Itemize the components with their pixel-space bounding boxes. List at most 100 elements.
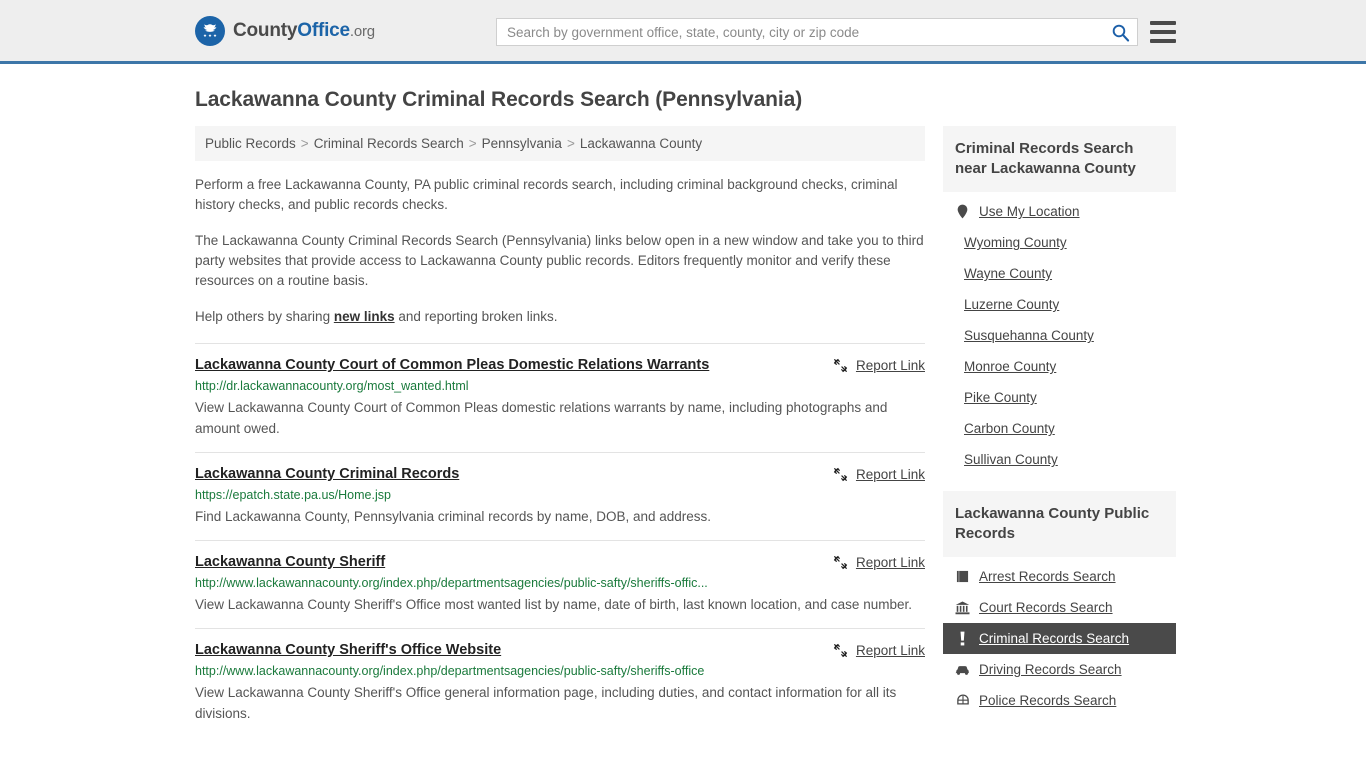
result-description: Find Lackawanna County, Pennsylvania cri… xyxy=(195,509,712,524)
search-bar[interactable] xyxy=(496,18,1138,46)
search-button[interactable] xyxy=(1103,19,1137,45)
sidebar-item-label: Pike County xyxy=(964,390,1037,405)
intro-p3-before: Help others by sharing xyxy=(195,309,334,324)
sidebar-item-susquehanna-county[interactable]: Susquehanna County xyxy=(943,320,1176,351)
breadcrumb-separator: > xyxy=(566,136,575,151)
sidebar-public-records-box: Lackawanna County Public Records Arrest … xyxy=(943,491,1176,716)
sidebar-item-label: Arrest Records Search xyxy=(979,569,1116,584)
sidebar-item-luzerne-county[interactable]: Luzerne County xyxy=(943,289,1176,320)
result-header: Lackawanna County Criminal Records Report… xyxy=(195,465,925,483)
broken-link-icon xyxy=(832,357,849,374)
sidebar-nearby-heading: Criminal Records Search near Lackawanna … xyxy=(943,126,1176,192)
sidebar-item-wayne-county[interactable]: Wayne County xyxy=(943,258,1176,289)
sidebar-item-sullivan-county[interactable]: Sullivan County xyxy=(943,444,1176,475)
sidebar-item-label: Monroe County xyxy=(964,359,1057,374)
sidebar-item-criminal-records-search[interactable]: Criminal Records Search xyxy=(943,623,1176,654)
report-link-label: Report Link xyxy=(855,643,925,658)
exclamation-icon xyxy=(955,631,970,646)
sidebar-item-label: Sullivan County xyxy=(964,452,1058,467)
logo-text-part3: .org xyxy=(349,22,375,40)
sidebar-item-driving-records-search[interactable]: Driving Records Search xyxy=(943,654,1176,685)
result-url: http://dr.lackawannacounty.org/most_want… xyxy=(195,379,469,393)
sidebar-item-police-records-search[interactable]: Police Records Search xyxy=(943,685,1176,716)
report-link-label: Report Link xyxy=(855,358,925,373)
hamburger-menu-icon[interactable] xyxy=(1150,21,1176,43)
book-icon xyxy=(955,569,970,584)
page-body: Lackawanna County Criminal Records Searc… xyxy=(0,88,1366,737)
result-item: Lackawanna County Sheriff Report Link http… xyxy=(195,540,925,628)
result-header: Lackawanna County Sheriff's Office Websi… xyxy=(195,641,925,659)
report-link-button[interactable]: Report Link xyxy=(832,641,925,659)
sidebar-item-label: Court Records Search xyxy=(979,600,1113,615)
broken-link-icon xyxy=(832,554,849,571)
sidebar-item-arrest-records-search[interactable]: Arrest Records Search xyxy=(943,561,1176,592)
sidebar-public-records-list: Arrest Records Search Court Records Searc… xyxy=(943,557,1176,716)
sidebar-item-wyoming-county[interactable]: Wyoming County xyxy=(943,227,1176,258)
page-title: Lackawanna County Criminal Records Searc… xyxy=(195,88,803,111)
result-header: Lackawanna County Court of Common Pleas … xyxy=(195,356,925,374)
report-link-label: Report Link xyxy=(855,555,925,570)
result-description: View Lackawanna County Court of Common P… xyxy=(195,400,888,436)
sidebar-nearby-box: Criminal Records Search near Lackawanna … xyxy=(943,126,1176,475)
intro-paragraph-1: Perform a free Lackawanna County, PA pub… xyxy=(195,177,898,212)
breadcrumb-item[interactable]: Lackawanna County xyxy=(580,136,702,151)
sidebar-item-label: Criminal Records Search xyxy=(979,631,1130,646)
courthouse-icon xyxy=(955,600,970,615)
site-logo[interactable]: CountyOffice.org xyxy=(195,15,375,46)
new-links-link[interactable]: new links xyxy=(334,309,395,324)
sidebar-item-carbon-county[interactable]: Carbon County xyxy=(943,413,1176,444)
result-title-link[interactable]: Lackawanna County Sheriff's Office Websi… xyxy=(195,641,832,659)
result-description: View Lackawanna County Sheriff's Office … xyxy=(195,685,897,721)
breadcrumb-separator: > xyxy=(468,136,477,151)
result-title-link[interactable]: Lackawanna County Criminal Records xyxy=(195,465,832,483)
site-header: CountyOffice.org xyxy=(0,0,1366,64)
police-badge-icon xyxy=(955,693,970,708)
breadcrumb: Public Records > Criminal Records Search > P… xyxy=(195,126,925,161)
result-title-link[interactable]: Lackawanna County Court of Common Pleas … xyxy=(195,356,832,374)
broken-link-icon xyxy=(833,555,848,570)
logo-text-part1: County xyxy=(233,19,298,41)
breadcrumb-item[interactable]: Public Records xyxy=(205,136,296,151)
breadcrumb-separator: > xyxy=(300,136,309,151)
report-link-button[interactable]: Report Link xyxy=(832,553,925,571)
report-link-label: Report Link xyxy=(855,467,925,482)
sidebar: Criminal Records Search near Lackawanna … xyxy=(943,126,1176,737)
breadcrumb-item[interactable]: Criminal Records Search xyxy=(314,136,464,151)
sidebar-item-label: Susquehanna County xyxy=(964,328,1094,343)
sidebar-item-label: Wyoming County xyxy=(964,235,1067,250)
main-content: Public Records > Criminal Records Search > P… xyxy=(195,126,925,737)
search-icon xyxy=(1112,24,1129,42)
result-item: Lackawanna County Criminal Records Report… xyxy=(195,452,925,540)
report-link-button[interactable]: Report Link xyxy=(832,465,925,483)
sidebar-public-records-heading: Lackawanna County Public Records xyxy=(943,491,1176,557)
broken-link-icon xyxy=(832,466,849,483)
sidebar-item-monroe-county[interactable]: Monroe County xyxy=(943,351,1176,382)
result-url: http://www.lackawannacounty.org/index.ph… xyxy=(195,664,705,678)
results-list: Lackawanna County Court of Common Pleas … xyxy=(195,343,925,737)
result-title-link[interactable]: Lackawanna County Sheriff xyxy=(195,553,832,571)
result-url: https://epatch.state.pa.us/Home.jsp xyxy=(195,488,391,502)
result-header: Lackawanna County Sheriff Report Link xyxy=(195,553,925,571)
report-link-button[interactable]: Report Link xyxy=(832,356,925,374)
sidebar-item-label: Driving Records Search xyxy=(979,662,1122,677)
eagle-seal-icon xyxy=(195,15,225,46)
intro-paragraph-3: Help others by sharing new links and rep… xyxy=(195,307,925,327)
result-item: Lackawanna County Court of Common Pleas … xyxy=(195,343,925,452)
broken-link-icon xyxy=(833,467,848,482)
result-description: View Lackawanna County Sheriff's Office … xyxy=(195,597,912,612)
sidebar-nearby-list: Use My Location Wyoming County Wayne Count… xyxy=(943,192,1176,475)
breadcrumb-item[interactable]: Pennsylvania xyxy=(482,136,562,151)
sidebar-item-use-my-location[interactable]: Use My Location xyxy=(943,196,1176,227)
site-logo-text: CountyOffice.org xyxy=(233,20,375,42)
sidebar-item-court-records-search[interactable]: Court Records Search xyxy=(943,592,1176,623)
sidebar-item-pike-county[interactable]: Pike County xyxy=(943,382,1176,413)
intro-paragraph-2: The Lackawanna County Criminal Records S… xyxy=(195,233,924,288)
logo-text-part2: Office xyxy=(297,19,350,41)
sidebar-item-label: Luzerne County xyxy=(964,297,1060,312)
intro-text: Perform a free Lackawanna County, PA pub… xyxy=(195,175,925,327)
result-url: http://www.lackawannacounty.org/index.ph… xyxy=(195,576,708,590)
sidebar-item-label: Police Records Search xyxy=(979,693,1117,708)
search-input[interactable] xyxy=(497,19,1103,45)
car-icon xyxy=(955,662,970,677)
broken-link-icon xyxy=(832,642,849,659)
